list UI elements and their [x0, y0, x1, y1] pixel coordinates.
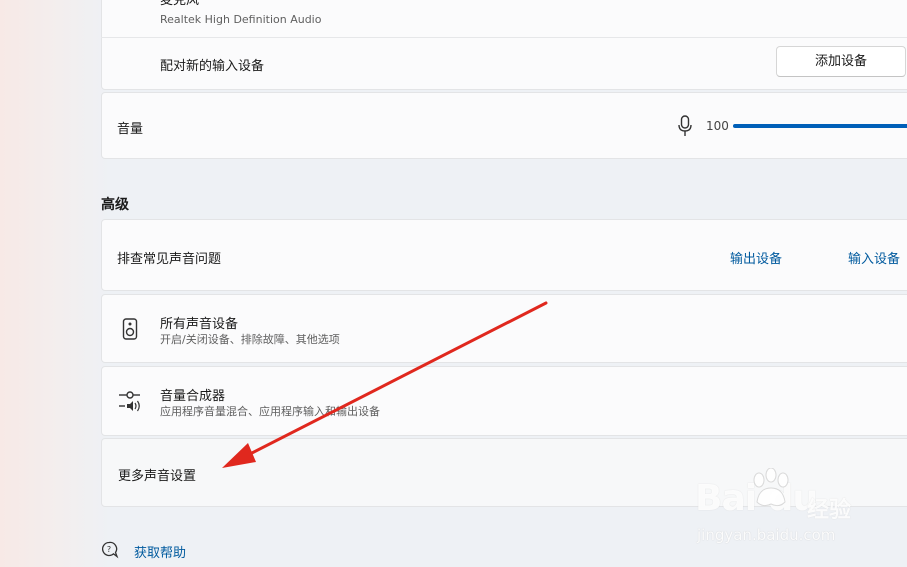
watermark-product: 经验 [807, 498, 852, 523]
paw-logo-icon [753, 468, 789, 507]
baidu-watermark: Bai du 经验 jingyan.baidu.com [695, 466, 865, 550]
watermark-url: jingyan.baidu.com [697, 526, 836, 544]
